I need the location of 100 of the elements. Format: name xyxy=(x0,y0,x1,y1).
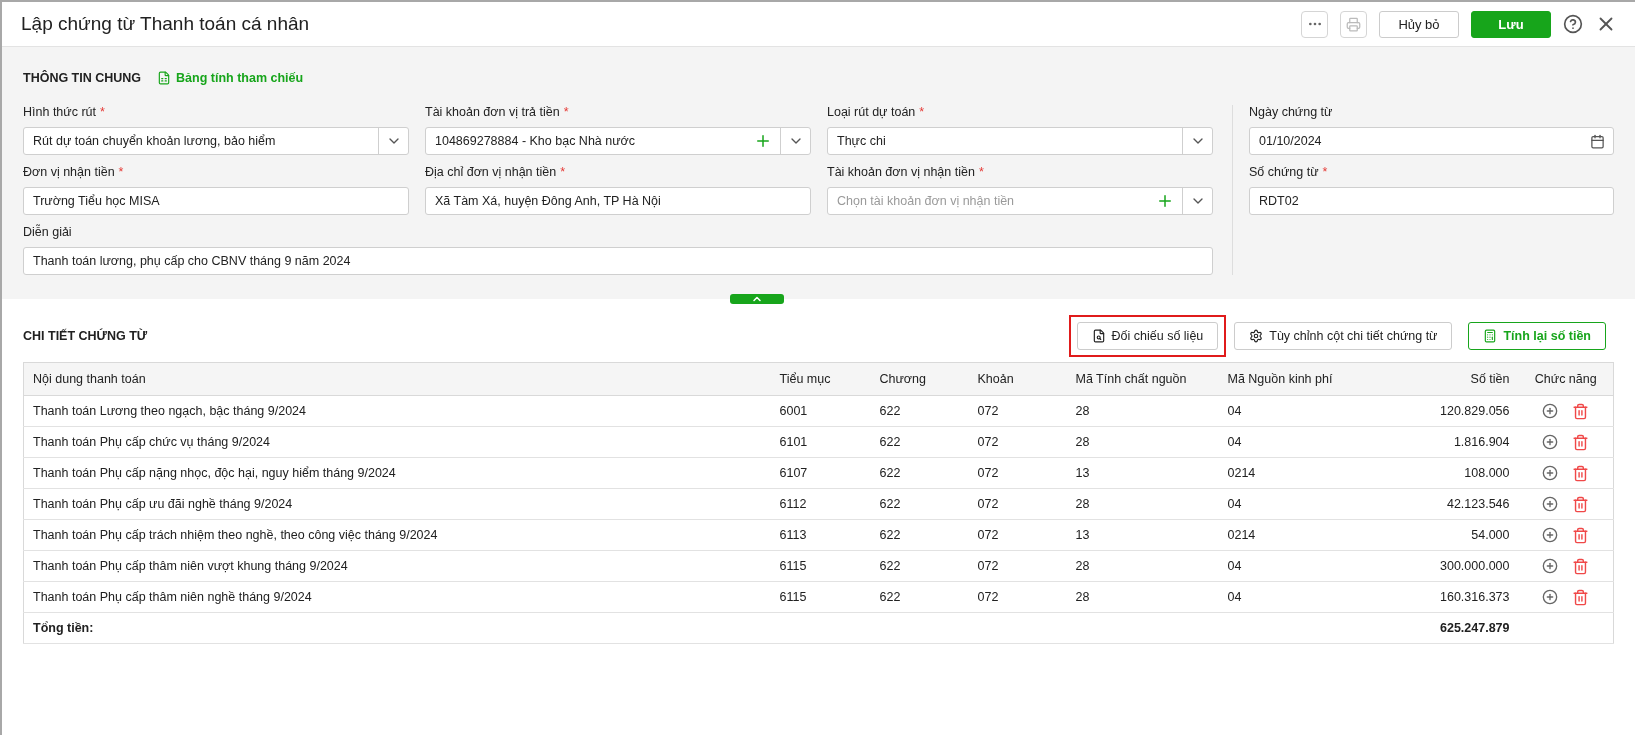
section-title: CHI TIẾT CHỨNG TỪ xyxy=(23,329,148,343)
more-button[interactable] xyxy=(1301,10,1328,38)
plus-circle-icon xyxy=(1542,588,1559,605)
select-field[interactable]: Rút dự toán chuyển khoản lương, bảo hiểm xyxy=(23,127,409,155)
table-cell: 072 xyxy=(968,395,1067,427)
add-row-button[interactable] xyxy=(1542,402,1559,420)
column-header: Tiểu mục xyxy=(770,362,871,396)
table-cell: 108.000 xyxy=(1369,457,1519,489)
table-cell: 13 xyxy=(1066,457,1219,489)
table-cell: 6101 xyxy=(770,426,871,458)
section-title: THÔNG TIN CHUNG xyxy=(23,71,142,85)
gear-icon xyxy=(1249,329,1264,343)
table-cell: 6112 xyxy=(770,488,871,520)
table-cell: 04 xyxy=(1218,426,1370,458)
table-cell: 160.316.373 xyxy=(1369,581,1519,613)
field-label: Tài khoản đơn vị trả tiền * xyxy=(425,105,570,121)
customize-columns-button[interactable]: Tùy chỉnh cột chi tiết chứng từ xyxy=(1234,322,1453,350)
add-row-button[interactable] xyxy=(1542,464,1559,482)
table-cell: 072 xyxy=(968,426,1067,458)
table-cell: 28 xyxy=(1066,426,1219,458)
table-cell: 072 xyxy=(968,581,1067,613)
table-cell: 622 xyxy=(870,488,969,520)
column-header: Chương xyxy=(870,362,969,396)
plus-circle-icon xyxy=(1542,433,1559,450)
date-field[interactable]: 01/10/2024 xyxy=(1249,127,1614,155)
field-label: Số chứng từ * xyxy=(1249,165,1329,181)
total-value: 625.247.879 xyxy=(1369,612,1519,644)
column-header: Chức năng xyxy=(1518,362,1614,396)
input-field[interactable]: Thanh toán lương, phụ cấp cho CBNV tháng 9 năm 2024 xyxy=(23,247,1213,275)
add-row-button[interactable] xyxy=(1542,588,1559,606)
delete-button[interactable] xyxy=(1572,557,1590,575)
add-row-button[interactable] xyxy=(1542,495,1559,513)
table-cell: 28 xyxy=(1066,581,1219,613)
add-row-button[interactable] xyxy=(1542,433,1559,451)
field-label: Loại rút dự toán * xyxy=(827,105,926,121)
table-cell: 6115 xyxy=(770,581,871,613)
table-cell: 0214 xyxy=(1218,519,1370,551)
delete-button[interactable] xyxy=(1572,526,1590,544)
collapse-button[interactable] xyxy=(730,294,784,304)
table-cell: 622 xyxy=(870,457,969,489)
table-cell: 120.829.056 xyxy=(1369,395,1519,427)
table-cell: 072 xyxy=(968,488,1067,520)
table-cell: 072 xyxy=(968,550,1067,582)
table-cell: 622 xyxy=(870,550,969,582)
input-field[interactable]: Trường Tiểu học MISA xyxy=(23,187,409,215)
table-cell: 28 xyxy=(1066,395,1219,427)
table-cell: 04 xyxy=(1218,581,1370,613)
field-label: Đơn vị nhận tiền * xyxy=(23,165,125,181)
delete-button[interactable] xyxy=(1572,495,1590,513)
table-cell: 072 xyxy=(968,457,1067,489)
plus-icon[interactable] xyxy=(1156,192,1174,210)
field-label: Diễn giải xyxy=(23,225,73,241)
plus-circle-icon xyxy=(1542,526,1559,543)
table-cell: 28 xyxy=(1066,488,1219,520)
select-field[interactable]: 104869278884 - Kho bạc Nhà nước xyxy=(425,127,811,155)
table-cell: Thanh toán Phụ cấp thâm niên vượt khung tháng 9/2024 xyxy=(23,550,771,582)
input-field[interactable]: Xã Tàm Xá, huyện Đông Anh, TP Hà Nội xyxy=(425,187,811,215)
add-row-button[interactable] xyxy=(1542,557,1559,575)
table-cell: 622 xyxy=(870,395,969,427)
delete-button[interactable] xyxy=(1572,433,1590,451)
table-cell: 42.123.546 xyxy=(1369,488,1519,520)
field-label: Tài khoản đơn vị nhận tiền * xyxy=(827,165,985,181)
calendar-icon[interactable] xyxy=(1590,133,1605,149)
total-label: Tổng tiền: xyxy=(23,612,771,644)
delete-button[interactable] xyxy=(1572,588,1590,606)
field-label: Hình thức rút * xyxy=(23,105,106,121)
delete-button[interactable] xyxy=(1572,402,1590,420)
cancel-button[interactable]: Hủy bỏ xyxy=(1379,10,1459,38)
table-cell: Thanh toán Phụ cấp chức vụ tháng 9/2024 xyxy=(23,426,771,458)
delete-button[interactable] xyxy=(1572,464,1590,482)
field-label: Ngày chứng từ xyxy=(1249,105,1334,121)
table-cell: 622 xyxy=(870,581,969,613)
trash-icon xyxy=(1572,464,1590,482)
table-cell: 072 xyxy=(968,519,1067,551)
table-cell: 04 xyxy=(1218,395,1370,427)
table-cell: 04 xyxy=(1218,550,1370,582)
field-label: Địa chỉ đơn vị nhận tiền * xyxy=(425,165,567,181)
table-cell: 0214 xyxy=(1218,457,1370,489)
document-search-icon xyxy=(1091,329,1106,343)
table-cell: 622 xyxy=(870,426,969,458)
table-cell: 6115 xyxy=(770,550,871,582)
input-field[interactable]: RDT02 xyxy=(1249,187,1614,215)
table-cell: Thanh toán Phụ cấp thâm niên nghề tháng 9/2024 xyxy=(23,581,771,613)
printer-icon xyxy=(1346,16,1361,32)
plus-circle-icon xyxy=(1542,402,1559,419)
trash-icon xyxy=(1572,433,1590,451)
window-title: Lập chứng từ Thanh toán cá nhân xyxy=(21,13,311,35)
calculator-icon xyxy=(1483,329,1498,343)
select-field[interactable]: Thực chi xyxy=(827,127,1213,155)
add-row-button[interactable] xyxy=(1542,526,1559,544)
spreadsheet-icon xyxy=(157,71,172,85)
table-cell: 622 xyxy=(870,519,969,551)
compare-button[interactable]: Đối chiếu số liệu xyxy=(1076,322,1219,350)
help-icon[interactable] xyxy=(1563,14,1583,34)
table-cell: 13 xyxy=(1066,519,1219,551)
plus-icon[interactable] xyxy=(754,132,772,150)
table-cell: 54.000 xyxy=(1369,519,1519,551)
trash-icon xyxy=(1572,588,1590,606)
table-cell: 6113 xyxy=(770,519,871,551)
table-cell: Thanh toán Phụ cấp nặng nhọc, độc hại, nguy hiểm tháng 9/2024 xyxy=(23,457,771,489)
